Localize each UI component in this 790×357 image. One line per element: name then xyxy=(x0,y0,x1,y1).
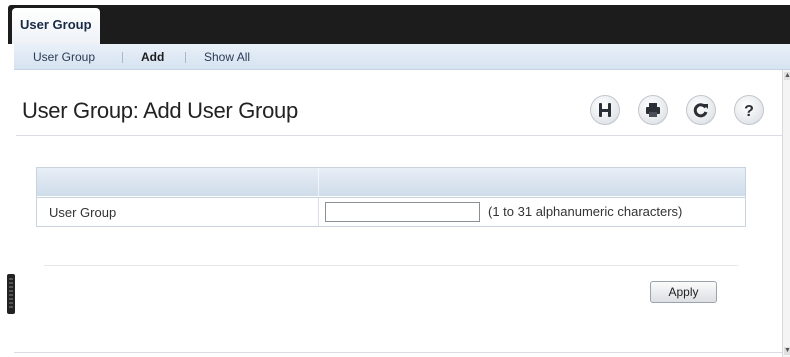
subnav-item-add[interactable]: Add xyxy=(141,44,164,70)
apply-button[interactable]: Apply xyxy=(650,281,717,303)
app-window: User Group User Group Add Show All ▲ ▼ U… xyxy=(0,0,790,357)
subnav-divider xyxy=(122,52,123,63)
page-toolbar: ? xyxy=(590,95,780,127)
help-icon: ? xyxy=(744,103,754,119)
subnav-item-user-group[interactable]: User Group xyxy=(33,44,95,70)
user-group-hint: (1 to 31 alphanumeric characters) xyxy=(488,204,683,219)
sub-navigation: User Group Add Show All xyxy=(14,44,790,70)
svg-text:?: ? xyxy=(744,103,754,119)
panel-resize-handle[interactable] xyxy=(7,274,15,314)
refresh-icon xyxy=(693,103,708,118)
subnav-divider xyxy=(185,52,186,63)
page-title: User Group: Add User Group xyxy=(22,98,298,123)
help-button[interactable]: ? xyxy=(734,95,764,125)
scroll-up-arrow-icon[interactable]: ▲ xyxy=(784,72,790,80)
subnav-item-show-all[interactable]: Show All xyxy=(204,44,250,70)
header-divider xyxy=(16,135,782,136)
vertical-scrollbar[interactable]: ▲ ▼ xyxy=(782,70,790,357)
top-tab-bar: User Group xyxy=(0,0,790,44)
save-icon xyxy=(599,103,611,117)
tab-user-group[interactable]: User Group xyxy=(12,8,100,44)
column-divider xyxy=(318,168,319,196)
scroll-down-arrow-icon[interactable]: ▼ xyxy=(784,347,790,355)
form-table-header xyxy=(37,168,745,196)
print-button[interactable] xyxy=(638,95,668,125)
top-tab-strip xyxy=(8,5,790,44)
actions-divider xyxy=(44,265,738,266)
column-divider xyxy=(318,198,319,226)
form-row-user-group: User Group (1 to 31 alphanumeric charact… xyxy=(37,197,745,226)
user-group-label: User Group xyxy=(49,205,117,220)
user-group-input[interactable] xyxy=(325,202,480,222)
content-frame-bottom xyxy=(14,352,782,353)
print-icon xyxy=(646,103,660,117)
save-button[interactable] xyxy=(590,95,620,125)
refresh-button[interactable] xyxy=(686,95,716,125)
